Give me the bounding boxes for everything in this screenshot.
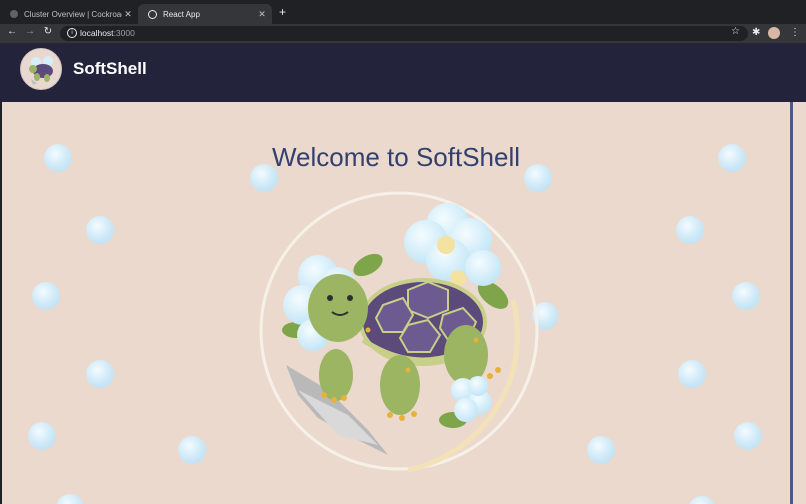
address-bar[interactable]: i localhost:3000 ☆ xyxy=(60,26,748,41)
bubble-decoration xyxy=(86,216,114,244)
bubble-decoration xyxy=(718,144,746,172)
page-edge xyxy=(793,102,806,504)
tortoise-logo-icon[interactable] xyxy=(20,48,62,90)
tab-title: Cluster Overview | Cockroach xyxy=(24,9,122,19)
tab-react-app[interactable]: React App ✕ xyxy=(138,4,272,24)
tortoise-with-flowers-icon xyxy=(258,190,540,473)
bubble-decoration xyxy=(32,282,60,310)
avatar[interactable] xyxy=(768,27,780,39)
url-text: localhost:3000 xyxy=(80,28,135,38)
bubble-decoration xyxy=(250,164,278,192)
bookmark-star-icon[interactable]: ☆ xyxy=(731,26,740,37)
bubble-decoration xyxy=(732,282,760,310)
app-header: SoftShell xyxy=(0,43,806,102)
globe-icon xyxy=(148,9,157,19)
extensions-puzzle-icon[interactable]: ✱ xyxy=(752,27,760,38)
close-icon[interactable]: ✕ xyxy=(122,9,134,20)
url-host: localhost xyxy=(80,28,114,38)
back-arrow-icon[interactable]: ← xyxy=(5,26,19,37)
info-icon[interactable]: i xyxy=(67,28,77,38)
globe-icon xyxy=(10,10,18,18)
bubble-decoration xyxy=(178,436,206,464)
bubble-decoration xyxy=(56,494,84,504)
reload-icon[interactable]: ↻ xyxy=(41,26,55,37)
forward-arrow-icon[interactable]: → xyxy=(23,26,37,37)
plus-icon[interactable]: + xyxy=(279,5,286,19)
bubble-decoration xyxy=(734,422,762,450)
url-port: :3000 xyxy=(113,28,135,38)
bubble-decoration xyxy=(587,436,615,464)
tab-title: React App xyxy=(163,9,200,19)
brand-title[interactable]: SoftShell xyxy=(73,59,147,79)
browser-tab-strip: Cluster Overview | Cockroach ✕ React App… xyxy=(0,0,806,24)
bubble-decoration xyxy=(524,164,552,192)
tab-cluster-overview[interactable]: Cluster Overview | Cockroach ✕ xyxy=(0,4,138,24)
page-title: Welcome to SoftShell xyxy=(271,142,521,172)
bubble-decoration xyxy=(678,360,706,388)
kebab-menu-icon[interactable]: ⋮ xyxy=(790,27,800,38)
bubble-decoration xyxy=(688,496,716,504)
main-content: Welcome to SoftShell xyxy=(2,102,790,504)
browser-toolbar: ← → ↻ i localhost:3000 ☆ ✱ ⋮ xyxy=(0,24,806,43)
bubble-decoration xyxy=(676,216,704,244)
bubble-decoration xyxy=(86,360,114,388)
bubble-decoration xyxy=(44,144,72,172)
close-icon[interactable]: ✕ xyxy=(256,9,268,20)
bubble-decoration xyxy=(28,422,56,450)
